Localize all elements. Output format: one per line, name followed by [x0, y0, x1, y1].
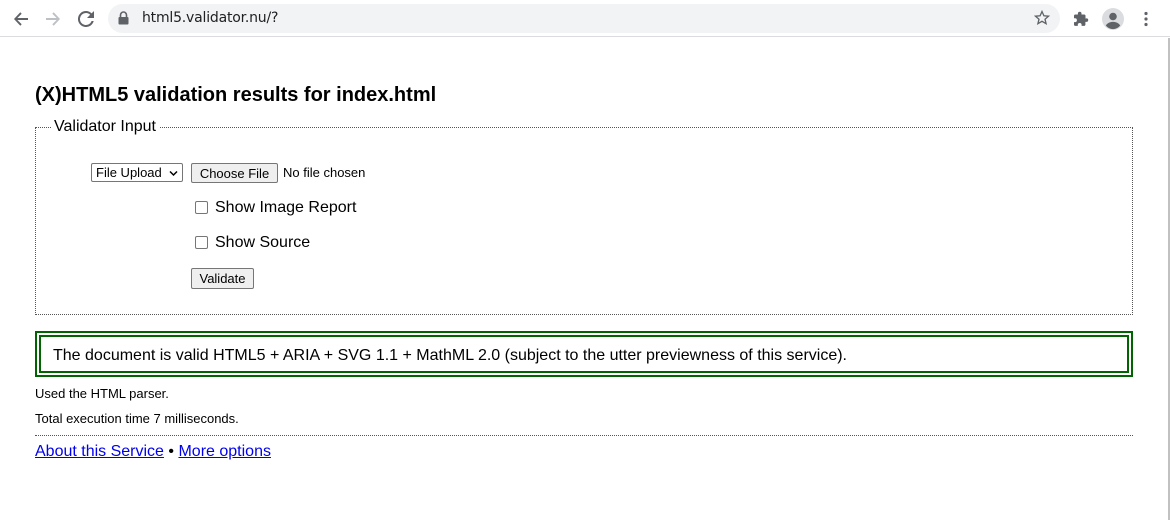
lock-icon[interactable]	[118, 11, 129, 30]
show-source-checkbox[interactable]	[195, 236, 208, 249]
success-message-box: The document is valid HTML5 + ARIA + SVG…	[35, 331, 1133, 377]
menu-dots-icon[interactable]	[1133, 6, 1159, 32]
input-mode-select[interactable]: File Upload	[91, 163, 183, 182]
forward-arrow-icon[interactable]	[40, 6, 66, 32]
more-options-link[interactable]: More options	[178, 443, 271, 460]
browser-toolbar: html5.validator.nu/?	[0, 0, 1170, 37]
no-file-chosen-text: No file chosen	[283, 165, 366, 180]
success-message-inner: The document is valid HTML5 + ARIA + SVG…	[39, 335, 1129, 373]
page-title: (X)HTML5 validation results for index.ht…	[35, 84, 437, 106]
reload-icon[interactable]	[73, 6, 99, 32]
chevron-down-icon	[169, 165, 178, 183]
star-icon[interactable]	[1033, 9, 1051, 31]
show-source-label[interactable]: Show Source	[215, 234, 310, 252]
execution-time: Total execution time 7 milliseconds.	[35, 411, 239, 426]
extensions-icon[interactable]	[1068, 6, 1094, 32]
footer-divider	[35, 435, 1133, 436]
profile-icon[interactable]	[1100, 6, 1126, 32]
success-message: The document is valid HTML5 + ARIA + SVG…	[53, 347, 847, 364]
footer-separator: •	[168, 443, 175, 460]
about-service-link[interactable]: About this Service	[35, 443, 164, 460]
back-arrow-icon[interactable]	[8, 6, 34, 32]
validate-button[interactable]: Validate	[191, 268, 254, 289]
fieldset-legend: Validator Input	[54, 118, 156, 135]
input-mode-selected: File Upload	[96, 165, 162, 180]
footer: About this Service • More options	[35, 443, 271, 461]
url-text: html5.validator.nu/?	[142, 10, 279, 26]
choose-file-button[interactable]: Choose File	[191, 163, 278, 183]
parser-info: Used the HTML parser.	[35, 386, 169, 401]
show-image-report-label[interactable]: Show Image Report	[215, 199, 356, 217]
show-image-report-checkbox[interactable]	[195, 201, 208, 214]
address-bar[interactable]: html5.validator.nu/?	[108, 4, 1060, 33]
